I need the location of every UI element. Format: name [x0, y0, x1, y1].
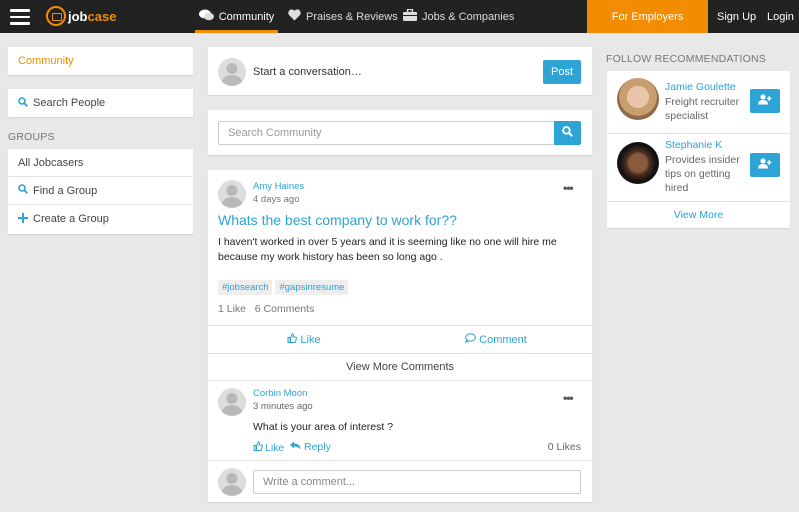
post-like-button[interactable]: Like: [208, 326, 400, 353]
jobcase-logo[interactable]: jobcase: [46, 6, 116, 26]
jamie-goulette-photo[interactable]: [617, 78, 659, 120]
for-employers-button[interactable]: For Employers: [587, 0, 708, 33]
recommendation-desc: Provides insider tips on getting hired: [665, 154, 740, 194]
login-link[interactable]: Login: [767, 0, 794, 33]
divider: [208, 460, 592, 461]
find-group-label: Find a Group: [33, 184, 98, 197]
comment-bubble-icon: [465, 333, 476, 346]
search-button[interactable]: [554, 121, 581, 145]
search-icon: [18, 184, 28, 197]
post-like-label: Like: [300, 333, 321, 346]
recommendation-desc: Freight recruiter specialist: [665, 96, 740, 122]
comment-author-name[interactable]: Corbin Moon: [253, 388, 307, 399]
add-user-icon: [758, 158, 772, 172]
logo-icon: [46, 6, 66, 26]
nav-jobs-companies[interactable]: Jobs & Companies: [403, 0, 514, 33]
current-user-avatar: [218, 468, 246, 496]
post-comment-count[interactable]: 6 Comments: [255, 303, 315, 315]
sidebar-item-community[interactable]: Community: [8, 47, 193, 75]
recommendation-name[interactable]: Jamie Goulette: [665, 81, 736, 93]
view-more-recommendations-link[interactable]: View More: [607, 202, 790, 228]
sidebar-item-find-group[interactable]: Find a Group: [8, 177, 193, 205]
follow-button[interactable]: [750, 153, 780, 177]
search-icon: [562, 126, 574, 140]
post-tags: #jobsearch #gapsinresume: [218, 280, 351, 295]
post-body: I haven't worked in over 5 years and it …: [218, 236, 557, 263]
post-card: Amy Haines 4 days ago ••• Whats the best…: [208, 170, 592, 502]
sidebar-community-card: Community: [8, 47, 193, 75]
nav-praises-reviews[interactable]: Praises & Reviews: [288, 0, 398, 33]
recommendation-item: Stephanie K Provides insider tips on get…: [607, 134, 790, 199]
create-group-label: Create a Group: [33, 213, 109, 225]
post-time: 4 days ago: [253, 194, 300, 205]
post-stats: 1 Like 6 Comments: [218, 303, 314, 315]
nav-community[interactable]: Community: [195, 0, 278, 33]
stephanie-k-photo[interactable]: [617, 142, 659, 184]
comments-icon: [198, 9, 214, 24]
post-author-name[interactable]: Amy Haines: [253, 181, 304, 192]
logo-text-b: case: [87, 8, 117, 24]
comment-reply-label: Reply: [304, 441, 331, 453]
sidebar-item-search-people[interactable]: Search People: [8, 89, 193, 117]
search-people-label: Search People: [33, 97, 106, 109]
logo-text-a: job: [68, 8, 88, 24]
composer-card: Start a conversation… Post: [208, 47, 592, 95]
post-comment-label: Comment: [479, 333, 527, 346]
heart-icon: [288, 9, 301, 24]
groups-heading: GROUPS: [8, 131, 55, 143]
search-icon: [18, 96, 28, 110]
comment-time: 3 minutes ago: [253, 401, 313, 412]
view-more-comments-button[interactable]: View More Comments: [208, 354, 592, 380]
comment-more-options-icon[interactable]: •••: [563, 391, 574, 405]
recommendations-card: Jamie Goulette Freight recruiter special…: [607, 71, 790, 228]
comment-likes-count: 0 Likes: [547, 441, 581, 453]
follow-recommendations-heading: FOLLOW RECOMMENDATIONS: [606, 53, 766, 65]
reply-icon: [290, 441, 301, 453]
user-avatar: [218, 58, 246, 86]
start-conversation-input[interactable]: Start a conversation…: [253, 66, 362, 78]
comment-like-button[interactable]: Like: [253, 441, 284, 454]
tag-gapsinresume[interactable]: #gapsinresume: [275, 280, 349, 295]
divider: [208, 380, 592, 381]
comment-reply-button[interactable]: Reply: [290, 441, 331, 453]
post-comment-button[interactable]: Comment: [400, 326, 592, 353]
comment-like-label: Like: [265, 441, 285, 454]
menu-icon[interactable]: [10, 9, 30, 25]
post-title[interactable]: Whats the best company to work for??: [218, 212, 457, 228]
search-community-input[interactable]: Search Community: [218, 121, 554, 145]
thumbs-up-icon: [287, 333, 298, 346]
recommendation-name[interactable]: Stephanie K: [665, 139, 722, 151]
sidebar-item-all-jobcasers[interactable]: All Jobcasers: [8, 149, 193, 177]
tag-jobsearch[interactable]: #jobsearch: [218, 280, 273, 295]
search-community-card: Search Community: [208, 110, 592, 155]
plus-icon: [18, 212, 28, 226]
sign-up-link[interactable]: Sign Up: [717, 0, 756, 33]
comment-text: What is your area of interest ?: [253, 421, 394, 433]
sidebar-groups-card: All Jobcasers Find a Group Create a Grou…: [8, 149, 193, 234]
nav-jobs-label: Jobs & Companies: [422, 10, 515, 23]
post-more-options-icon[interactable]: •••: [563, 181, 574, 195]
sidebar-item-create-group[interactable]: Create a Group: [8, 205, 193, 233]
all-jobcasers-label: All Jobcasers: [18, 156, 84, 169]
post-like-count[interactable]: 1 Like: [218, 303, 246, 315]
briefcase-icon: [403, 8, 417, 24]
top-nav-bar: jobcase Community Praises & Reviews Jobs…: [0, 0, 799, 33]
post-author-avatar[interactable]: [218, 180, 246, 208]
nav-community-label: Community: [218, 10, 275, 23]
nav-praises-label: Praises & Reviews: [306, 10, 398, 23]
follow-button[interactable]: [750, 89, 780, 113]
comment-author-avatar[interactable]: [218, 388, 246, 416]
recommendation-item: Jamie Goulette Freight recruiter special…: [607, 71, 790, 128]
sidebar-search-card: Search People: [8, 89, 193, 117]
write-comment-input[interactable]: Write a comment...: [253, 470, 581, 494]
post-button[interactable]: Post: [543, 60, 581, 84]
add-user-icon: [758, 94, 772, 108]
thumbs-up-icon: [253, 441, 263, 454]
